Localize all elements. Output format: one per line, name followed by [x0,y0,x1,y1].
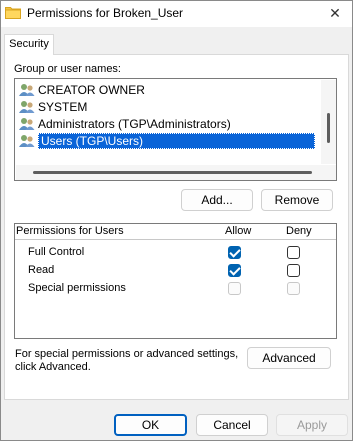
deny-header: Deny [286,225,312,237]
advanced-button[interactable]: Advanced [247,347,331,369]
advanced-hint-line2: click Advanced. [15,361,91,373]
close-button[interactable]: ✕ [324,3,346,23]
vertical-scroll-thumb[interactable] [327,113,330,143]
list-item-label: CREATOR OWNER [38,83,145,97]
list-item-system[interactable]: SYSTEM [19,99,319,115]
users-icon [19,84,35,96]
special-allow-checkbox[interactable] [228,282,241,295]
close-icon: ✕ [329,5,341,21]
permissions-divider [15,239,336,240]
window-title: Permissions for Broken_User [27,6,184,20]
list-item-administrators[interactable]: Administrators (TGP\Administrators) [19,116,319,132]
advanced-hint-line1: For special permissions or advanced sett… [15,348,239,360]
folder-icon [5,7,21,19]
read-allow-checkbox[interactable] [228,264,241,277]
ok-button[interactable]: OK [114,414,187,436]
list-item-creator-owner[interactable]: CREATOR OWNER [19,82,319,98]
title-bar[interactable]: Permissions for Broken_User ✕ [1,1,352,27]
full-control-allow-checkbox[interactable] [228,246,241,259]
permission-special: Special permissions [28,282,126,294]
apply-button[interactable]: Apply [276,414,348,436]
permissions-header: Permissions for Users [16,225,124,237]
read-deny-checkbox[interactable] [287,264,300,277]
permission-full-control: Full Control [28,246,85,258]
list-item-label: SYSTEM [38,100,88,114]
special-deny-checkbox[interactable] [287,282,300,295]
allow-header: Allow [225,225,252,237]
group-label: Group or user names: [14,63,121,75]
list-item-label: Administrators (TGP\Administrators) [38,117,231,131]
vertical-scrollbar[interactable] [321,80,336,164]
tab-security[interactable]: Security [4,34,54,55]
users-icon [19,135,35,147]
group-listbox[interactable]: CREATOR OWNER SYSTEM Administrators (TGP… [14,78,337,181]
permissions-box: Permissions for Users Allow Deny Full Co… [14,223,337,339]
horizontal-scrollbar[interactable] [16,165,336,180]
full-control-deny-checkbox[interactable] [287,246,300,259]
cancel-button[interactable]: Cancel [196,414,268,436]
remove-button[interactable]: Remove [261,189,333,211]
add-button[interactable]: Add... [181,189,253,211]
horizontal-scroll-thumb[interactable] [33,171,312,174]
list-item-label: Users (TGP\Users) [38,133,315,149]
permission-read: Read [28,264,55,276]
list-item-users[interactable]: Users (TGP\Users) [19,133,319,149]
users-icon [19,118,35,130]
permissions-dialog: Permissions for Broken_User ✕ Security G… [0,0,353,441]
users-icon [19,101,35,113]
